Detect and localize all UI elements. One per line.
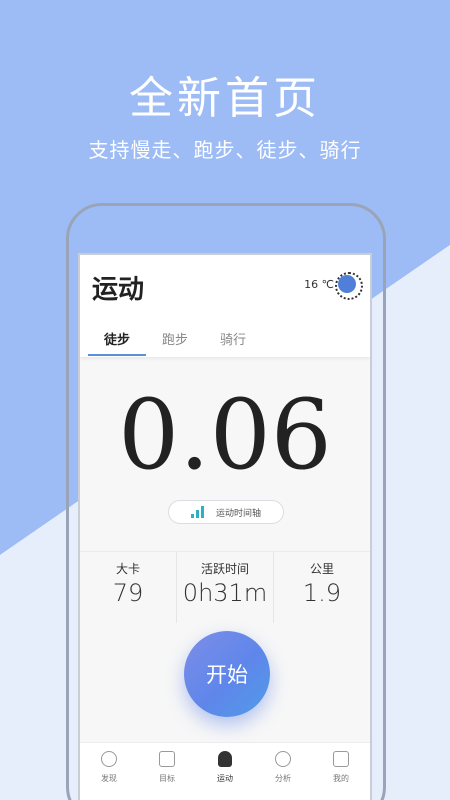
- nav-item-goals[interactable]: 目标: [138, 743, 196, 800]
- timeline-button-label: 运动时间轴: [215, 508, 261, 519]
- stat-calories: 大卡 79: [80, 552, 176, 623]
- flag-icon: [159, 751, 175, 767]
- start-button[interactable]: 开始: [184, 631, 270, 717]
- nav-item-analysis[interactable]: 分析: [254, 743, 312, 800]
- page-title: 运动: [92, 275, 145, 305]
- nav-label: 我的: [333, 774, 349, 783]
- app-screen: 运动 16 ℃ 徒步 跑步 骑行 0.06 运动时间轴 大卡 79 活跃时间 0…: [78, 253, 372, 800]
- nav-label: 运动: [217, 774, 233, 783]
- nav-label: 发现: [101, 774, 117, 783]
- hero-subtitle: 支持慢走、跑步、徒步、骑行: [88, 138, 362, 162]
- nav-item-sport[interactable]: 运动: [196, 743, 254, 800]
- stat-distance: 公里 1.9: [273, 552, 370, 623]
- stat-value: 79: [112, 579, 144, 607]
- nav-item-profile[interactable]: 我的: [312, 743, 370, 800]
- nav-label: 目标: [159, 774, 175, 783]
- tab-hiking[interactable]: 徒步: [88, 329, 146, 356]
- stat-label: 公里: [309, 562, 334, 576]
- shoe-icon: [218, 751, 232, 767]
- stat-value: 1.9: [302, 579, 342, 607]
- bottom-nav: 发现 目标 运动 分析 我的: [80, 742, 370, 800]
- stat-value: 0h31m: [182, 579, 268, 607]
- chart-icon: [275, 751, 291, 767]
- distance-value: 0.06: [118, 379, 332, 491]
- timeline-button[interactable]: 运动时间轴: [168, 500, 284, 524]
- hero-title: 全新首页: [129, 73, 321, 124]
- temperature-text: 16 ℃: [304, 277, 334, 291]
- stat-label: 大卡: [115, 562, 140, 576]
- weather-icon: [335, 272, 363, 300]
- nav-item-discover[interactable]: 发现: [80, 743, 138, 800]
- profile-icon: [333, 751, 349, 767]
- bars-icon: [190, 506, 206, 518]
- stat-active-time: 活跃时间 0h31m: [176, 552, 273, 623]
- bulb-icon: [101, 751, 117, 767]
- tab-running[interactable]: 跑步: [146, 329, 204, 356]
- stat-label: 活跃时间: [200, 562, 249, 576]
- weather-widget[interactable]: 16 ℃: [304, 272, 363, 300]
- tab-cycling[interactable]: 骑行: [204, 329, 262, 356]
- activity-tabs: 徒步 跑步 骑行: [88, 329, 262, 356]
- app-header: 运动 16 ℃ 徒步 跑步 骑行: [80, 255, 370, 357]
- nav-label: 分析: [275, 774, 291, 783]
- stats-row: 大卡 79 活跃时间 0h31m 公里 1.9: [80, 551, 370, 623]
